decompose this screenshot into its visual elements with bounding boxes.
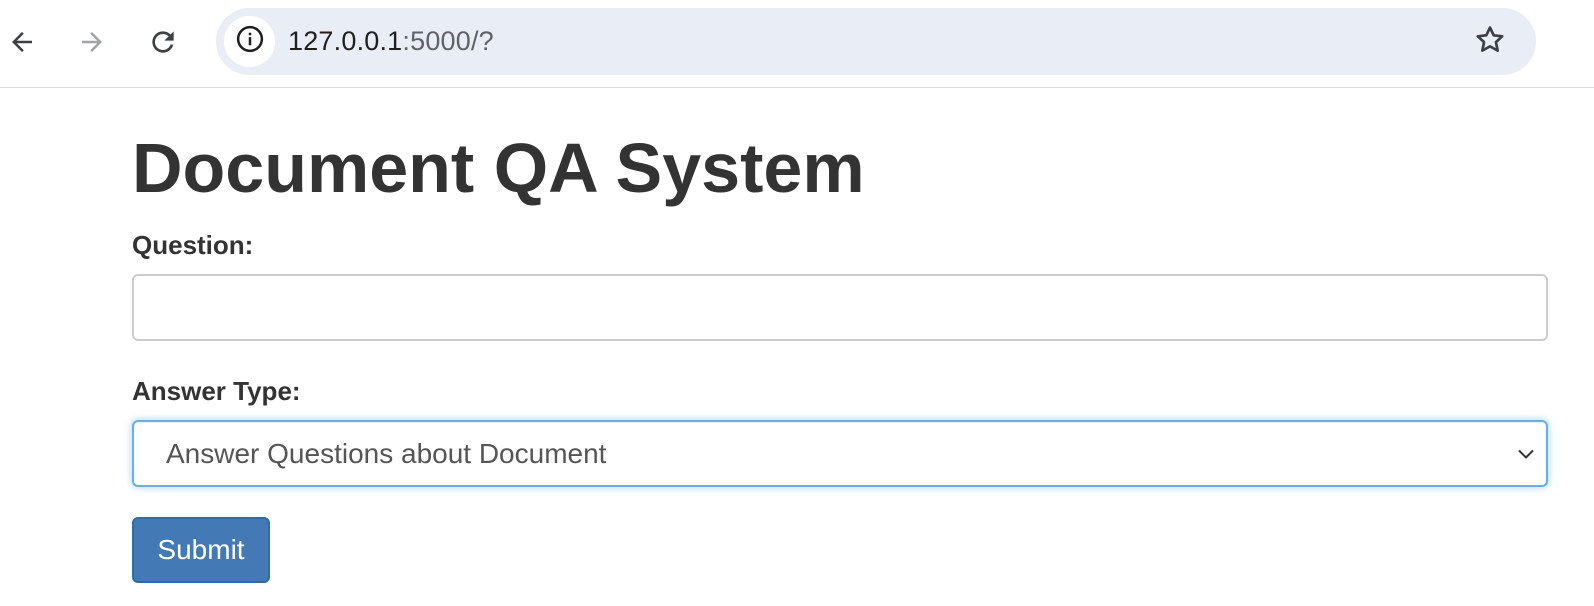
answer-type-select[interactable]: Answer Questions about Document xyxy=(132,420,1548,487)
bookmark-button[interactable] xyxy=(1470,22,1510,62)
site-info-button[interactable] xyxy=(224,16,275,67)
arrow-right-icon xyxy=(77,27,107,57)
reload-icon xyxy=(147,26,179,58)
page-title: Document QA System xyxy=(132,129,865,207)
answer-type-label: Answer Type: xyxy=(132,376,301,406)
info-icon xyxy=(235,24,265,59)
address-bar[interactable]: 127.0.0.1:5000/? xyxy=(216,8,1536,75)
url-host: 127.0.0.1 xyxy=(288,26,403,56)
answer-type-selected-value: Answer Questions about Document xyxy=(166,438,607,469)
reload-button[interactable] xyxy=(141,20,185,64)
url-path: :5000/? xyxy=(402,26,494,56)
question-input[interactable] xyxy=(132,274,1548,341)
browser-toolbar: 127.0.0.1:5000/? xyxy=(0,0,1594,88)
question-label: Question: xyxy=(132,230,254,260)
url-text[interactable]: 127.0.0.1:5000/? xyxy=(288,8,494,75)
forward-button[interactable] xyxy=(70,20,114,64)
star-icon xyxy=(1473,23,1507,62)
submit-button[interactable]: Submit xyxy=(132,517,270,583)
chevron-down-icon xyxy=(1514,442,1538,466)
back-button[interactable] xyxy=(0,20,44,64)
arrow-left-icon xyxy=(7,27,37,57)
